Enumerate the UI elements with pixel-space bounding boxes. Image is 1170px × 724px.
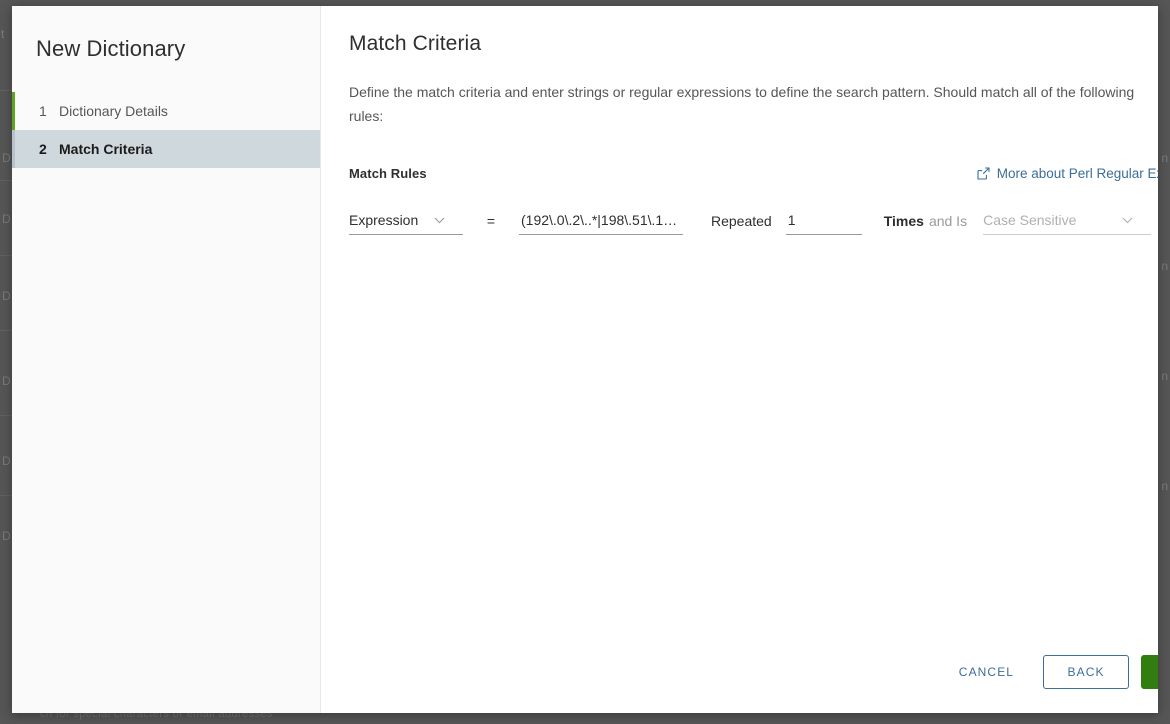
match-rules-label: Match Rules bbox=[349, 166, 427, 181]
page-title: Match Criteria bbox=[349, 32, 482, 55]
case-sensitivity-select[interactable]: Case Sensitive bbox=[983, 212, 1152, 235]
times-label: Times and Is bbox=[862, 213, 967, 235]
rule-operator: = bbox=[486, 213, 496, 229]
match-rules-header: Match Rules More about Perl Regular Expr… bbox=[349, 166, 1158, 181]
modal-header: Match Criteria bbox=[321, 6, 1158, 56]
background-page-glyph: n bbox=[1161, 151, 1168, 165]
rule-expression-input[interactable] bbox=[519, 212, 683, 235]
step-number: 1 bbox=[39, 103, 47, 119]
background-page-glyph: D bbox=[2, 374, 11, 388]
wizard-title: New Dictionary bbox=[36, 36, 186, 61]
step-label: Match Criteria bbox=[59, 141, 153, 157]
background-page-glyph: D bbox=[2, 151, 11, 165]
wizard-content-pane: Match Criteria Define the match criteria… bbox=[321, 6, 1158, 713]
chevron-down-icon bbox=[434, 217, 445, 224]
sidebar-step-match-criteria[interactable]: 2 Match Criteria bbox=[12, 130, 320, 168]
finish-button[interactable]: FINISH bbox=[1141, 655, 1158, 689]
perl-regex-help-link[interactable]: More about Perl Regular Expressions bbox=[977, 166, 1158, 181]
rule-actions bbox=[1151, 209, 1158, 235]
perl-regex-help-label: More about Perl Regular Expressions bbox=[996, 166, 1158, 181]
background-page-glyph: n bbox=[1161, 259, 1168, 273]
rule-times-input[interactable] bbox=[785, 212, 862, 235]
cancel-button[interactable]: CANCEL bbox=[942, 655, 1031, 689]
step-number: 2 bbox=[39, 141, 47, 157]
sidebar-step-dictionary-details[interactable]: 1 Dictionary Details bbox=[12, 92, 320, 130]
background-page-glyph: n bbox=[1161, 369, 1168, 383]
modal-footer: CANCEL BACK FINISH bbox=[321, 655, 1158, 713]
repeated-label: Repeated bbox=[711, 213, 772, 229]
rule-type-value: Expression bbox=[349, 212, 419, 228]
background-page-glyph: n bbox=[1161, 479, 1168, 493]
match-rule-row: Expression = Repeated Timesand Is Case S… bbox=[349, 209, 1158, 235]
background-page-text: t bbox=[1, 27, 5, 41]
rule-type-select[interactable]: Expression bbox=[349, 212, 463, 235]
background-page-glyph: D bbox=[2, 289, 11, 303]
wizard-step-list: 1 Dictionary Details 2 Match Criteria bbox=[12, 92, 320, 168]
match-criteria-description: Define the match criteria and enter stri… bbox=[349, 84, 1135, 124]
step-label: Dictionary Details bbox=[59, 103, 168, 119]
chevron-down-icon bbox=[1122, 217, 1133, 224]
external-link-icon bbox=[977, 167, 990, 180]
modal-body: Define the match criteria and enter stri… bbox=[321, 56, 1158, 655]
wizard-nav: New Dictionary 1 Dictionary Details 2 Ma… bbox=[12, 6, 321, 713]
and-is-label: and Is bbox=[928, 213, 968, 229]
background-page-glyph: D bbox=[2, 529, 11, 543]
background-page-glyph: D bbox=[2, 212, 11, 226]
case-sensitivity-value: Case Sensitive bbox=[983, 212, 1077, 228]
background-page-glyph: D bbox=[2, 454, 11, 468]
back-button[interactable]: BACK bbox=[1043, 655, 1130, 689]
new-dictionary-modal: New Dictionary 1 Dictionary Details 2 Ma… bbox=[12, 6, 1158, 713]
times-label-text: Times bbox=[883, 213, 924, 229]
